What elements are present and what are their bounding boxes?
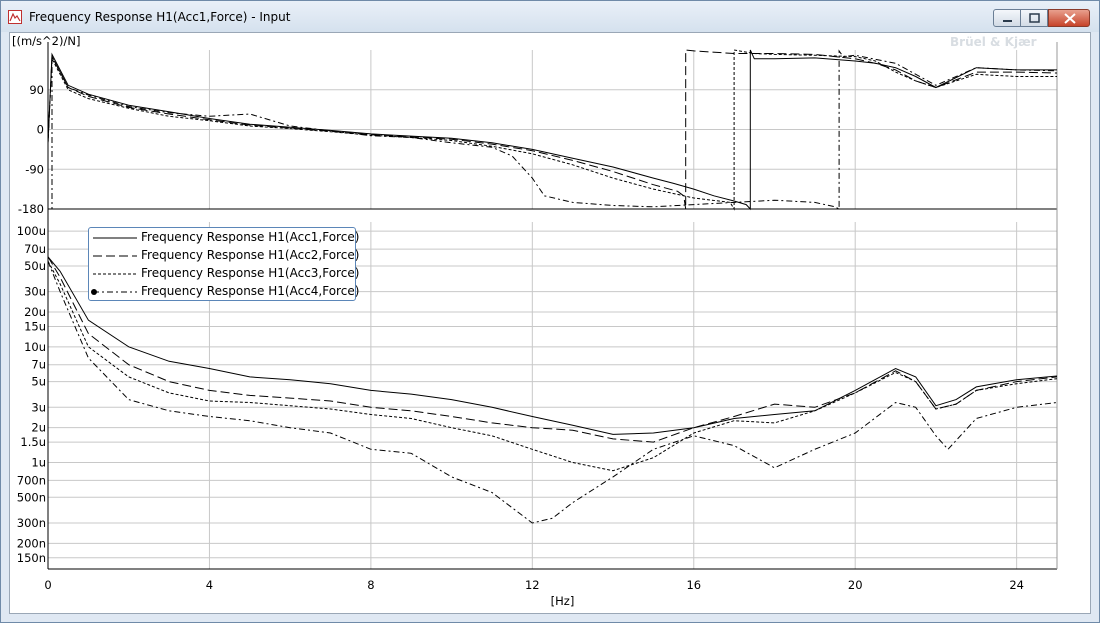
x-tick-label: 12 [525, 578, 540, 592]
phase-tick-label: -180 [18, 202, 44, 216]
mag-tick-label: 1.5u [20, 435, 46, 449]
title-bar[interactable]: Frequency Response H1(Acc1,Force) - Inpu… [1, 1, 1099, 32]
frequency-response-plot[interactable]: 0 4 8 12 16 20 24 90 0 -90 -180 100u 70u 50u 30u 20u15u… [10, 33, 1090, 613]
y-axis-unit-label: [(m/s^2)/N] [12, 34, 80, 48]
close-button[interactable] [1048, 9, 1090, 27]
phase-tick-label: 90 [29, 83, 44, 97]
mag-tick-label: 15u [24, 319, 46, 333]
mag-tick-label: 300n [17, 516, 46, 530]
legend-line-dashdot [91, 289, 137, 295]
mag-tick-label: 3u [31, 400, 46, 414]
mag-tick-label: 700n [17, 473, 46, 487]
legend-line-dotted [93, 273, 137, 275]
maximize-button[interactable] [1021, 9, 1048, 27]
legend[interactable]: Frequency Response H1(Acc1,Force) Freque… [88, 227, 359, 301]
app-window: Frequency Response H1(Acc1,Force) - Inpu… [0, 0, 1100, 623]
chart-area[interactable]: 0 4 8 12 16 20 24 90 0 -90 -180 100u 70u 50u 30u 20u 15u… [9, 32, 1091, 614]
mag-tick-label: 10u [24, 340, 46, 354]
window-title: Frequency Response H1(Acc1,Force) - Inpu… [29, 10, 291, 24]
legend-item-acc2[interactable]: Frequency Response H1(Acc2,Force) [89, 247, 359, 265]
legend-label: Frequency Response H1(Acc4,Force) [141, 284, 360, 298]
maximize-icon [1029, 13, 1040, 23]
close-icon [1064, 13, 1076, 24]
app-icon[interactable] [8, 10, 22, 24]
legend-item-acc4[interactable]: Frequency Response H1(Acc4,Force) [89, 283, 359, 301]
phase-tick-label: -90 [25, 162, 44, 176]
mag-tick-label: 20u [24, 305, 46, 319]
x-tick-label: 0 [44, 578, 51, 592]
mag-tick-label: 500n [17, 490, 46, 504]
legend-label: Frequency Response H1(Acc1,Force) [141, 230, 360, 244]
legend-item-acc1[interactable]: Frequency Response H1(Acc1,Force) [89, 229, 359, 247]
x-axis-label: [Hz] [551, 594, 575, 608]
x-tick-label: 4 [206, 578, 213, 592]
mag-tick-label: 7u [31, 358, 46, 372]
mag-tick-label: 200n [17, 536, 46, 550]
mag-tick-label: 150n [17, 551, 46, 565]
mag-tick-label: 5u [31, 375, 46, 389]
x-tick-label: 8 [367, 578, 374, 592]
mag-tick-label: 1u [31, 455, 46, 469]
mag-tick-label: 50u [24, 259, 46, 273]
minimize-icon [1003, 20, 1012, 22]
legend-item-acc3[interactable]: Frequency Response H1(Acc3,Force) [89, 265, 359, 283]
legend-line-solid [93, 237, 137, 239]
mag-tick-label: 2u [31, 421, 46, 435]
mag-tick-label: 70u [24, 242, 46, 256]
minimize-button[interactable] [993, 9, 1021, 27]
x-tick-label: 24 [1009, 578, 1024, 592]
mag-tick-label: 100u [17, 224, 46, 238]
legend-label: Frequency Response H1(Acc3,Force) [141, 266, 360, 280]
x-tick-label: 16 [686, 578, 701, 592]
legend-line-dashed [93, 255, 137, 257]
legend-label: Frequency Response H1(Acc2,Force) [141, 248, 360, 262]
app-icon-glyph [9, 12, 21, 22]
x-tick-label: 20 [848, 578, 863, 592]
bruel-kjaer-logo: Brüel & Kjær [950, 35, 1037, 49]
mag-tick-label: 30u [24, 285, 46, 299]
phase-tick-label: 0 [37, 123, 44, 137]
